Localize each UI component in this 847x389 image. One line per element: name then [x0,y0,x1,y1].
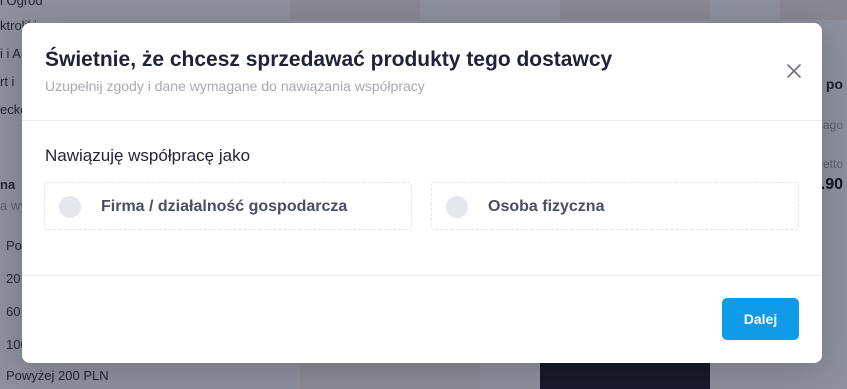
option-private-person-label: Osoba fizyczna [488,198,605,215]
radio-company[interactable] [59,196,81,218]
cooperation-modal: Świetnie, że chcesz sprzedawać produkty … [22,23,822,363]
modal-header: Świetnie, że chcesz sprzedawać produkty … [22,23,822,121]
radio-private-person[interactable] [446,196,468,218]
modal-title: Świetnie, że chcesz sprzedawać produkty … [45,48,613,71]
close-icon [787,64,801,78]
close-button[interactable] [784,61,804,81]
option-private-person[interactable]: Osoba fizyczna [431,182,799,230]
modal-subtitle: Uzupełnij zgody i dane wymagane do nawią… [45,78,425,94]
option-company-label: Firma / działalność gospodarcza [101,198,348,215]
option-company[interactable]: Firma / działalność gospodarcza [44,182,412,230]
next-button[interactable]: Dalej [722,298,799,340]
cooperation-type-label: Nawiązuję współpracę jako [45,146,251,165]
modal-footer: Dalej [22,275,822,363]
